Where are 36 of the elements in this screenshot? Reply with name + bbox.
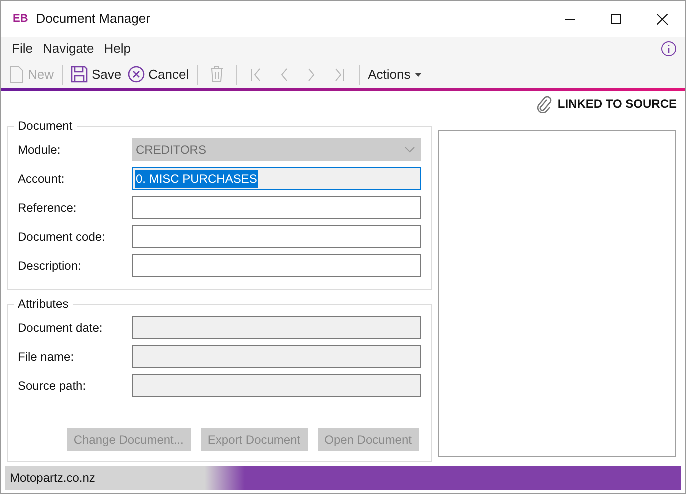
window-title: Document Manager	[36, 10, 150, 28]
info-icon[interactable]	[661, 41, 677, 57]
minimize-icon	[565, 18, 575, 20]
menu-item[interactable]: Help	[99, 39, 136, 59]
caret-icon	[414, 72, 422, 76]
field-label: Document code:	[18, 228, 106, 246]
link-status: LINKED TO SOURCE	[558, 96, 677, 113]
field-label: Description:	[18, 258, 82, 274]
close-icon	[656, 14, 668, 24]
field-label: Reference:	[18, 200, 78, 216]
field-label: Module:	[18, 142, 62, 158]
chevron-down-icon	[405, 146, 415, 152]
input-field[interactable]	[132, 225, 421, 248]
group-title: Attributes	[14, 297, 73, 311]
maximize-icon	[611, 14, 621, 24]
actions-menu-button[interactable]: Actions	[365, 64, 425, 84]
input-field[interactable]	[132, 254, 421, 277]
paperclip-icon	[536, 96, 552, 112]
cancel-icon	[128, 66, 145, 83]
save-icon	[71, 66, 88, 83]
group-title: Document	[14, 119, 77, 133]
field-label: File name:	[18, 348, 76, 366]
status-text: Motopartz.co.nz	[10, 470, 96, 487]
app-logo: EB	[13, 12, 28, 27]
field-value: CREDITORS	[135, 142, 208, 158]
field-value: 0. MISC PURCHASES	[135, 170, 258, 188]
input-field[interactable]: 0. MISC PURCHASES	[132, 167, 421, 190]
field-label: Source path:	[18, 378, 88, 394]
field-label: Account:	[18, 170, 66, 188]
cancel-button[interactable]: Cancel	[124, 64, 192, 86]
field-label: Document date:	[18, 320, 104, 336]
page-icon	[10, 66, 24, 84]
menu-item[interactable]: File	[7, 39, 38, 59]
menu-item[interactable]: Navigate	[38, 39, 100, 59]
input-field[interactable]	[132, 196, 421, 219]
save-button[interactable]: Save	[68, 64, 125, 86]
